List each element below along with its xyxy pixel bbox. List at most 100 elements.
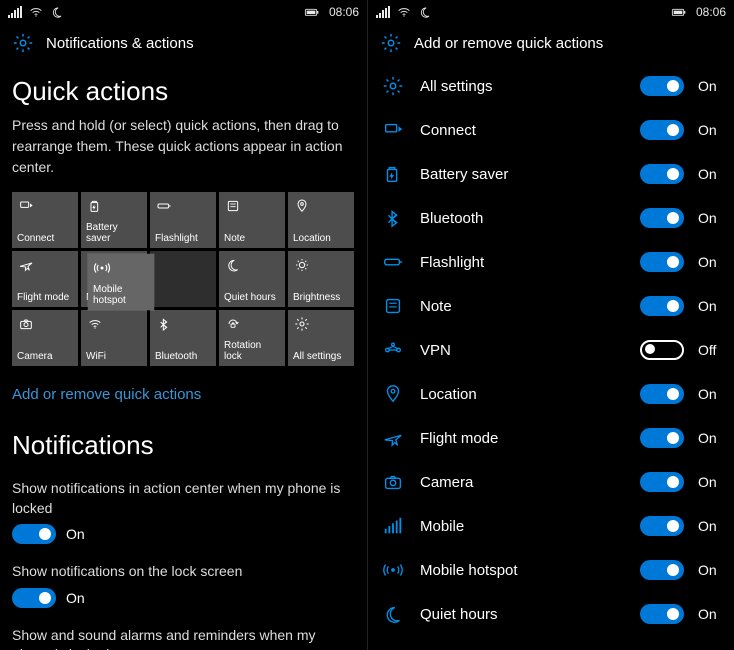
tile-label: Flight mode xyxy=(17,292,73,303)
mobile-hotspot-icon xyxy=(380,557,406,583)
tile-label: Brightness xyxy=(293,292,349,303)
quiet-hours-icon xyxy=(418,5,432,19)
add-remove-quick-actions-link[interactable]: Add or remove quick actions xyxy=(12,386,201,403)
toggle-state: On xyxy=(698,386,722,402)
camera-icon xyxy=(380,469,406,495)
tile-label: Camera xyxy=(17,351,73,362)
toggle-bluetooth[interactable] xyxy=(640,208,684,228)
toggle-camera[interactable] xyxy=(640,472,684,492)
toggle-action-center-locked[interactable] xyxy=(12,524,56,544)
qa-label: Note xyxy=(420,298,626,315)
quiet-hours-icon xyxy=(224,256,242,274)
quick-action-tile-wifi[interactable]: WiFi xyxy=(81,310,147,366)
toggle-mobile[interactable] xyxy=(640,516,684,536)
location-icon xyxy=(293,197,311,215)
toggle-note[interactable] xyxy=(640,296,684,316)
toggle-state: On xyxy=(698,78,722,94)
toggle-flashlight[interactable] xyxy=(640,252,684,272)
toggle-vpn[interactable] xyxy=(640,340,684,360)
toggle-state: On xyxy=(698,474,722,490)
qa-label: Battery saver xyxy=(420,166,626,183)
tile-label: All settings xyxy=(293,351,349,362)
qa-row-note: Note On xyxy=(380,284,722,328)
tile-label: Quiet hours xyxy=(224,292,280,303)
tile-label: Location xyxy=(293,233,349,244)
quick-action-tile-flashlight[interactable]: Flashlight xyxy=(150,192,216,248)
quick-action-tile-flight-mode[interactable]: Flight mode xyxy=(12,251,78,307)
quick-actions-grid: Mobile hotspot ConnectBattery saver Flash… xyxy=(12,192,355,366)
toggle-state: On xyxy=(698,122,722,138)
qa-label: Quiet hours xyxy=(420,606,626,623)
camera-icon xyxy=(17,315,35,333)
status-time: 08:06 xyxy=(696,5,726,19)
qa-row-quiet-hours: Quiet hoursOn xyxy=(380,592,722,636)
qa-label: Location xyxy=(420,386,626,403)
quick-actions-heading: Quick actions xyxy=(12,76,355,107)
toggle-state: On xyxy=(698,518,722,534)
tile-label: WiFi xyxy=(86,351,142,362)
quick-action-tile-all-settings[interactable]: All settings xyxy=(288,310,354,366)
signal-icon xyxy=(376,6,390,18)
battery-icon xyxy=(668,4,690,20)
battery-icon xyxy=(301,4,323,20)
qa-row-mobile: Mobile On xyxy=(380,504,722,548)
all-settings-icon xyxy=(380,73,406,99)
wifi-icon xyxy=(28,4,44,20)
quick-action-tile-bluetooth[interactable]: Bluetooth xyxy=(150,310,216,366)
quick-action-tile-brightness[interactable]: Brightness xyxy=(288,251,354,307)
toggle-state: On xyxy=(66,526,85,542)
connect-icon xyxy=(17,197,35,215)
quick-action-tile-connect[interactable]: Connect xyxy=(12,192,78,248)
qa-label: Flashlight xyxy=(420,254,626,271)
status-bar: 08:06 xyxy=(0,0,367,22)
qa-label: Mobile xyxy=(420,518,626,535)
toggle-all-settings[interactable] xyxy=(640,76,684,96)
screen-notifications-actions: 08:06 Notifications & actions Quick acti… xyxy=(0,0,367,650)
all-settings-icon xyxy=(293,315,311,333)
quick-action-tile-location[interactable]: Location xyxy=(288,192,354,248)
toggle-location[interactable] xyxy=(640,384,684,404)
gear-icon xyxy=(12,32,34,54)
quick-action-tile-empty[interactable] xyxy=(150,251,216,307)
flight-mode-icon xyxy=(380,425,406,451)
flight-mode-icon xyxy=(17,256,35,274)
qa-label: VPN xyxy=(420,342,626,359)
status-bar: 08:06 xyxy=(368,0,734,22)
tile-label: Mobile hotspot xyxy=(93,284,149,306)
quick-action-tile-rotation-lock[interactable]: Rotation lock xyxy=(219,310,285,366)
toggle-lock-screen[interactable] xyxy=(12,588,56,608)
quick-action-tile-camera[interactable]: Camera xyxy=(12,310,78,366)
toggle-flight-mode[interactable] xyxy=(640,428,684,448)
setting-label-lock-screen: Show notifications on the lock screen xyxy=(12,562,352,582)
notifications-heading: Notifications xyxy=(12,430,355,461)
toggle-mobile-hotspot[interactable] xyxy=(640,560,684,580)
quick-action-tile-battery-saver[interactable]: Battery saver xyxy=(81,192,147,248)
qa-row-connect: ConnectOn xyxy=(380,108,722,152)
battery-saver-icon xyxy=(86,197,104,215)
quick-action-tile-quiet-hours[interactable]: Quiet hours xyxy=(219,251,285,307)
qa-row-bluetooth: BluetoothOn xyxy=(380,196,722,240)
qa-row-all-settings: All settings On xyxy=(380,64,722,108)
qa-label: Mobile hotspot xyxy=(420,562,626,579)
quick-actions-toggle-list: All settingsOnConnectOnBattery saverOnBl… xyxy=(368,60,734,646)
quick-action-tile-note[interactable]: Note xyxy=(219,192,285,248)
quick-action-tile-dragging[interactable]: Mobile hotspot xyxy=(88,254,154,310)
qa-label: Bluetooth xyxy=(420,210,626,227)
quiet-hours-icon xyxy=(50,5,64,19)
page-header: Add or remove quick actions xyxy=(368,22,734,60)
page-header: Notifications & actions xyxy=(0,22,367,60)
status-time: 08:06 xyxy=(329,5,359,19)
tile-label: Flashlight xyxy=(155,233,211,244)
qa-row-flight-mode: Flight modeOn xyxy=(380,416,722,460)
mobile-icon xyxy=(380,513,406,539)
toggle-state: On xyxy=(698,562,722,578)
flashlight-icon xyxy=(155,197,173,215)
tile-label: Bluetooth xyxy=(155,351,211,362)
toggle-connect[interactable] xyxy=(640,120,684,140)
toggle-state: On xyxy=(698,298,722,314)
qa-label: All settings xyxy=(420,78,626,95)
page-title: Notifications & actions xyxy=(46,35,194,52)
flashlight-icon xyxy=(380,249,406,275)
toggle-battery-saver[interactable] xyxy=(640,164,684,184)
toggle-quiet-hours[interactable] xyxy=(640,604,684,624)
